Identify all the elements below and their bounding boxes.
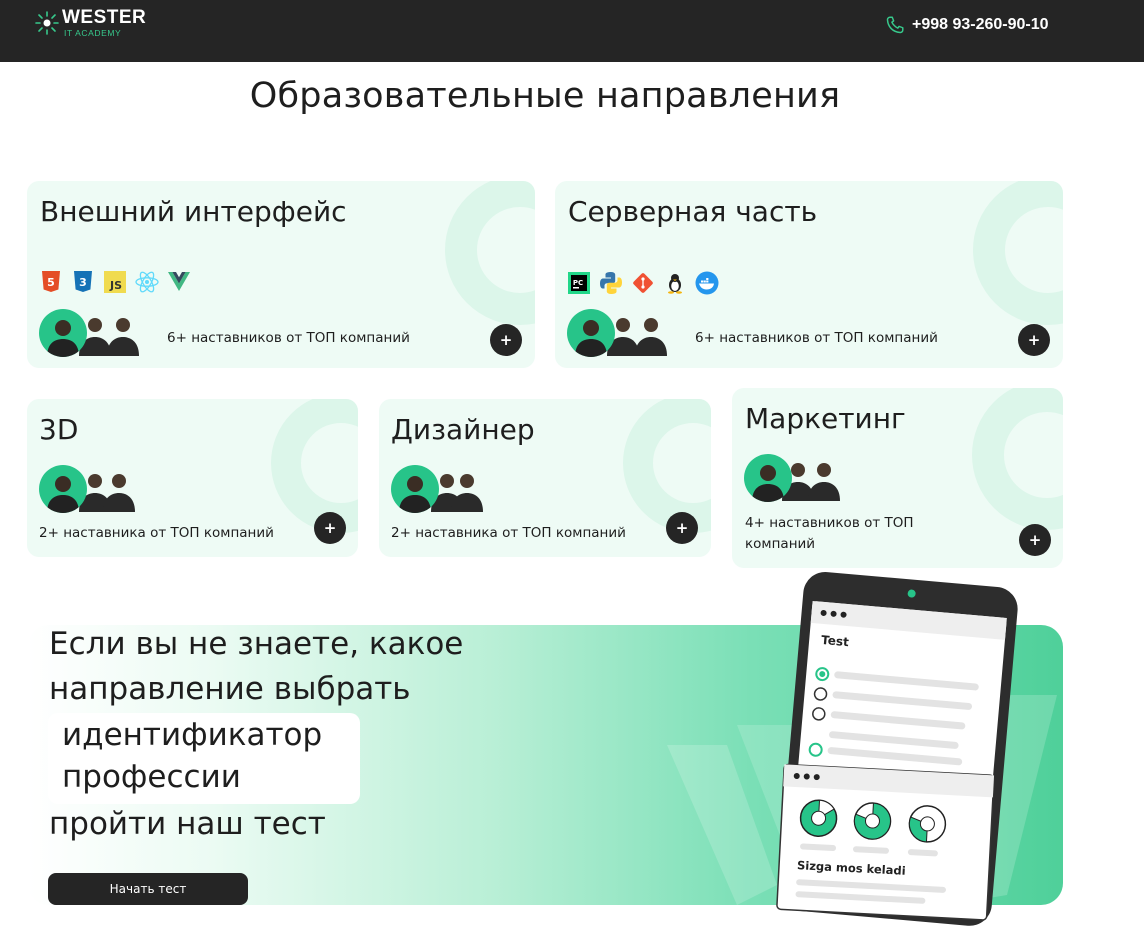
phone-link[interactable]: +998 93-260-90-10 [884, 14, 1049, 36]
expand-button[interactable]: + [666, 512, 698, 544]
mentors-count: 6+ наставников от ТОП компаний [695, 330, 938, 346]
avatar [449, 468, 485, 512]
banner-line-3: пройти наш тест [49, 806, 326, 842]
course-card-3d[interactable]: 3D 2+ наставника от ТОП компаний + [27, 399, 358, 557]
phone-illustration: Test Sizga mos keladi [776, 572, 1018, 926]
tech-icons: PC [567, 271, 719, 295]
phone-number: +998 93-260-90-10 [912, 16, 1049, 33]
css3-label: 3 [79, 276, 87, 289]
pycharm-label: PC [573, 279, 583, 287]
site-header: WESTER IT ACADEMY +998 93-260-90-10 [0, 0, 1144, 62]
html5-icon: 5 [39, 270, 63, 294]
mentor-avatars [391, 465, 483, 513]
banner-line-2: направление выбрать [49, 671, 411, 707]
card-title: 3D [39, 413, 79, 446]
course-card-frontend[interactable]: Внешний интерфейс 5 3 JS 6+ наставников … [27, 181, 535, 368]
expand-button[interactable]: + [1018, 324, 1050, 356]
avatar [105, 312, 141, 356]
expand-button[interactable]: + [1019, 524, 1051, 556]
card-title: Серверная часть [568, 195, 818, 228]
page-title: Образовательные направления [249, 76, 841, 116]
banner-line-1: Если вы не знаете, какое [49, 626, 464, 662]
course-card-designer[interactable]: Дизайнер 2+ наставника от ТОП компаний + [379, 399, 711, 557]
logo-title: WESTER [62, 7, 147, 28]
js-icon: JS [103, 270, 127, 294]
tech-icons: 5 3 JS [39, 270, 191, 294]
git-icon [631, 271, 655, 295]
highlight-line-1: идентификатор [62, 717, 323, 753]
vue-icon [167, 270, 191, 294]
avatar [633, 312, 669, 356]
mentor-avatars [567, 309, 667, 357]
course-card-marketing[interactable]: Маркетинг 4+ наставников от ТОП компаний… [732, 388, 1063, 568]
decorative-ring [623, 399, 711, 533]
decorative-ring [973, 181, 1063, 325]
decorative-ring [972, 388, 1063, 530]
mentors-count: 2+ наставника от ТОП компаний [391, 525, 626, 541]
avatar [744, 454, 792, 502]
html5-label: 5 [47, 276, 55, 289]
docker-icon [695, 271, 719, 295]
mentor-avatars [39, 465, 135, 513]
decorative-ring [271, 399, 358, 533]
avatar [101, 468, 137, 512]
mentor-avatars [39, 309, 139, 357]
decorative-ring [445, 181, 535, 325]
avatar [39, 465, 87, 513]
avatar [806, 457, 842, 501]
card-title: Дизайнер [391, 413, 535, 446]
mentor-avatars [744, 454, 840, 502]
logo-icon [35, 11, 59, 35]
mentors-count: 6+ наставников от ТОП компаний [167, 330, 410, 346]
card-title: Маркетинг [745, 402, 906, 435]
css3-icon: 3 [71, 270, 95, 294]
expand-button[interactable]: + [314, 512, 346, 544]
test-title: Test [821, 633, 850, 649]
linux-icon [663, 271, 687, 295]
phone-icon [886, 16, 904, 34]
start-test-button[interactable]: Начать тест [48, 873, 248, 905]
mentors-count: 2+ наставника от ТОП компаний [39, 525, 274, 541]
logo[interactable]: WESTER IT ACADEMY [34, 8, 146, 38]
react-icon [135, 270, 159, 294]
avatar [391, 465, 439, 513]
avatar [567, 309, 615, 357]
expand-button[interactable]: + [490, 324, 522, 356]
highlight-line-2: профессии [62, 759, 241, 795]
card-title: Внешний интерфейс [40, 195, 347, 228]
mentors-count: 4+ наставников от ТОП компаний [745, 515, 914, 552]
js-label: JS [109, 279, 122, 292]
logo-subtitle: IT ACADEMY [64, 28, 122, 38]
pycharm-icon: PC [567, 271, 591, 295]
avatar [39, 309, 87, 357]
python-icon [599, 271, 623, 295]
course-card-backend[interactable]: Серверная часть PC 6+ наставников от ТОП… [555, 181, 1063, 368]
